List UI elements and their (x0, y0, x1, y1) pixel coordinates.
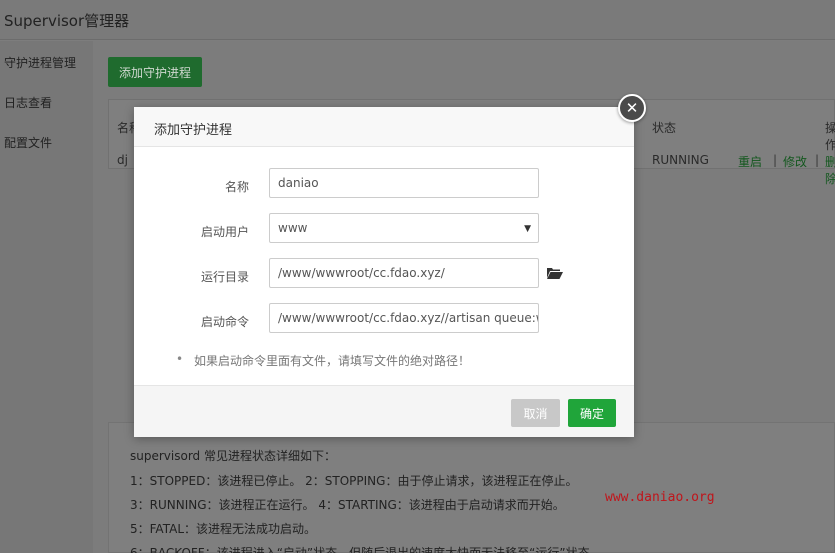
sidebar-item-process-manager[interactable]: 守护进程管理 (4, 54, 76, 71)
info-line: 6：BACKOFF：该进程进入“启动”状态，但随后退出的速度太快而无法移至“运行… (130, 546, 602, 553)
column-header-status: 状态 (652, 121, 677, 135)
cmd-label: 启动命令 (200, 315, 249, 329)
info-line: 5：FATAL：该进程无法成功启动。 (130, 522, 317, 536)
watermark: www.daniao.org (605, 490, 715, 505)
op-separator: | (815, 153, 820, 167)
name-field[interactable]: daniao (269, 168, 539, 198)
row-name: dj (117, 153, 128, 167)
close-icon[interactable]: ✕ (618, 94, 646, 122)
dir-label: 运行目录 (200, 270, 249, 284)
start-command-field[interactable]: /www/wwwroot/cc.fdao.xyz//artisan queue:… (269, 303, 539, 333)
add-process-dialog: 添加守护进程 名称 daniao 启动用户 www ▼ 运行目录 /www/ww… (134, 107, 634, 437)
app-title: Supervisor管理器 (4, 12, 130, 30)
user-label: 启动用户 (200, 225, 249, 239)
info-line: 1：STOPPED：该进程已停止。 2：STOPPING：由于停止请求，该进程正… (130, 474, 578, 488)
add-process-button[interactable]: 添加守护进程 (108, 57, 202, 87)
status-info-box: supervisord 常见进程状态详细如下： 1：STOPPED：该进程已停止… (108, 422, 835, 553)
sidebar: 守护进程管理 日志查看 配置文件 (0, 41, 93, 553)
folder-open-icon[interactable] (547, 267, 563, 279)
user-select-value: www (278, 221, 308, 235)
op-separator: | (773, 153, 778, 167)
restart-link[interactable]: 重启 (738, 153, 762, 170)
bullet-icon: • (176, 352, 184, 366)
row-status: RUNNING (652, 153, 709, 167)
cancel-button[interactable]: 取消 (511, 399, 560, 427)
run-directory-field[interactable]: /www/wwwroot/cc.fdao.xyz/ (269, 258, 539, 288)
name-label: 名称 (224, 180, 249, 194)
info-line: supervisord 常见进程状态详细如下： (130, 449, 336, 463)
tip-text: 如果启动命令里面有文件，请填写文件的绝对路径！ (194, 354, 471, 368)
dialog-header: 添加守护进程 (134, 107, 634, 147)
delete-link[interactable]: 删除 (825, 153, 835, 187)
edit-link[interactable]: 修改 (783, 153, 807, 170)
column-header-ops: 操作 (825, 121, 835, 152)
top-bar: Supervisor管理器 (0, 0, 835, 40)
info-line: 3：RUNNING：该进程正在运行。 4：STARTING：该进程由于启动请求而… (130, 498, 565, 512)
confirm-button[interactable]: 确定 (568, 399, 616, 427)
sidebar-item-log-view[interactable]: 日志查看 (4, 94, 52, 111)
sidebar-item-config-file[interactable]: 配置文件 (4, 134, 52, 151)
caret-down-icon: ▼ (524, 224, 531, 234)
dialog-title: 添加守护进程 (154, 123, 233, 138)
dialog-footer: 取消 确定 (134, 385, 634, 437)
user-select[interactable]: www ▼ (269, 213, 539, 243)
